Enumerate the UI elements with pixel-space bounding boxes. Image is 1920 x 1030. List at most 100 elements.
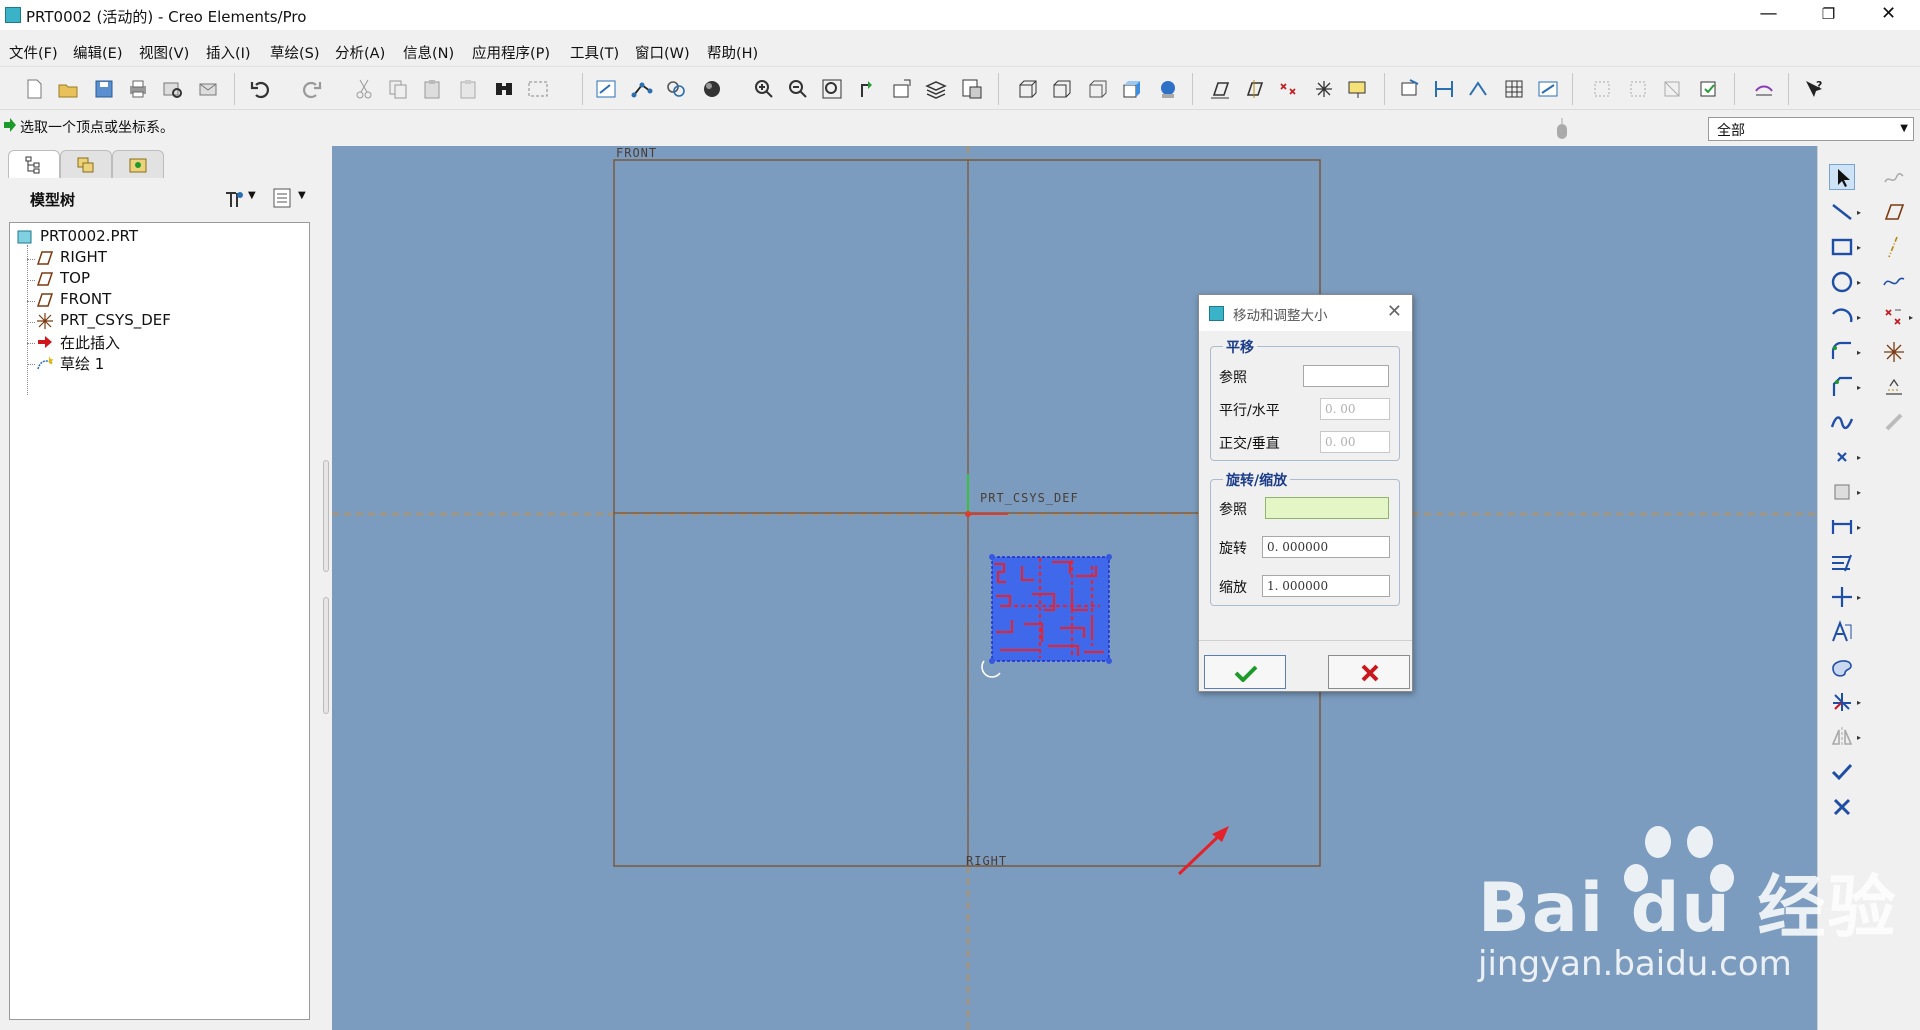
menu-info[interactable]: 信息(N) <box>403 42 454 63</box>
menu-window[interactable]: 窗口(W) <box>635 42 690 63</box>
menu-applications[interactable]: 应用程序(P) <box>472 42 550 63</box>
feature-requirements-icon[interactable] <box>1696 77 1720 101</box>
arc-icon[interactable] <box>1829 304 1855 330</box>
close-button[interactable]: ✕ <box>1860 0 1917 30</box>
mirror-icon[interactable] <box>1829 724 1855 750</box>
cancel-button[interactable] <box>1328 655 1410 689</box>
print-preview-icon[interactable] <box>160 77 184 101</box>
chamfer-icon[interactable] <box>1829 374 1855 400</box>
menu-help[interactable]: 帮助(H) <box>707 42 758 63</box>
menu-sketch[interactable]: 草绘(S) <box>270 42 320 63</box>
panel-splitter[interactable] <box>320 460 330 740</box>
chevron-right-icon[interactable]: ▸ <box>1857 593 1861 602</box>
chevron-right-icon[interactable]: ▸ <box>1857 523 1861 532</box>
chevron-right-icon[interactable]: ▸ <box>1857 278 1861 287</box>
undo-icon[interactable] <box>248 77 272 101</box>
find-icon[interactable] <box>492 77 516 101</box>
sketcher-palette-icon[interactable] <box>1829 654 1855 680</box>
menu-file[interactable]: 文件(F) <box>9 42 58 63</box>
datum-plane-on-icon[interactable] <box>1208 77 1232 101</box>
annotation-on-icon[interactable] <box>1346 77 1370 101</box>
chevron-right-icon[interactable]: ▸ <box>1857 383 1861 392</box>
datum-point-icon[interactable] <box>1881 304 1907 330</box>
tree-columns-icon[interactable] <box>272 187 294 209</box>
reorient-icon[interactable] <box>856 77 880 101</box>
highlight-open-ends-icon[interactable] <box>1626 77 1650 101</box>
normal-field[interactable] <box>1320 431 1390 453</box>
curve-icon[interactable] <box>1881 269 1907 295</box>
selection-filter-select[interactable]: 全部 ▼ <box>1708 117 1914 141</box>
paste-icon[interactable] <box>420 77 444 101</box>
constraints-icon[interactable] <box>1466 77 1490 101</box>
model-appearance-icon[interactable] <box>1156 77 1180 101</box>
done-icon[interactable] <box>1829 759 1855 785</box>
tab-favorites[interactable] <box>112 150 164 178</box>
shade-closed-loops-icon[interactable] <box>1590 77 1614 101</box>
modify-icon[interactable] <box>1752 77 1776 101</box>
axis-icon[interactable] <box>1881 234 1907 260</box>
rotate-ref-field[interactable] <box>1265 497 1389 519</box>
csys-tool-icon[interactable] <box>1881 339 1907 365</box>
plane-icon[interactable] <box>1881 199 1907 225</box>
chevron-right-icon[interactable]: ▸ <box>1857 733 1861 742</box>
ok-button[interactable] <box>1204 655 1286 689</box>
menu-insert[interactable]: 插入(I) <box>206 42 251 63</box>
hidden-line-icon[interactable] <box>1050 77 1074 101</box>
layers-icon[interactable] <box>924 77 948 101</box>
chevron-right-icon[interactable]: ▸ <box>1857 243 1861 252</box>
refit-icon[interactable] <box>820 77 844 101</box>
parallel-field[interactable] <box>1320 398 1390 420</box>
csys-on-icon[interactable] <box>1312 77 1336 101</box>
translate-ref-field[interactable] <box>1303 365 1389 387</box>
zoom-in-icon[interactable] <box>752 77 776 101</box>
tab-folder-browser[interactable] <box>60 150 112 178</box>
dimension-icon[interactable] <box>1432 77 1456 101</box>
spline-palette-icon[interactable] <box>1881 164 1907 190</box>
sketch-view-icon[interactable] <box>594 77 618 101</box>
close-icon[interactable]: ✕ <box>1387 301 1402 322</box>
zoom-out-icon[interactable] <box>786 77 810 101</box>
spline-icon[interactable] <box>1829 409 1855 435</box>
overlapping-geometry-icon[interactable] <box>1660 77 1684 101</box>
point-icon[interactable] <box>1829 444 1855 470</box>
datum-point-on-icon[interactable] <box>1276 77 1300 101</box>
chevron-right-icon[interactable]: ▸ <box>1857 453 1861 462</box>
tab-model-tree[interactable] <box>8 150 60 178</box>
chevron-down-icon[interactable]: ▼ <box>298 190 306 201</box>
maximize-button[interactable]: ❐ <box>1800 0 1857 30</box>
chevron-right-icon[interactable]: ▸ <box>1857 313 1861 322</box>
constraint-icon[interactable] <box>1829 584 1855 610</box>
copy-icon[interactable] <box>386 77 410 101</box>
chevron-right-icon[interactable]: ▸ <box>1857 698 1861 707</box>
redo-icon[interactable] <box>300 77 324 101</box>
minimize-button[interactable]: — <box>1740 0 1797 30</box>
grid-icon[interactable] <box>1502 77 1526 101</box>
modify-tool-icon[interactable] <box>1829 549 1855 575</box>
menu-analysis[interactable]: 分析(A) <box>335 42 385 63</box>
line-icon[interactable] <box>1829 199 1855 225</box>
chain-icon[interactable] <box>1881 409 1907 435</box>
rotate-field[interactable] <box>1262 536 1390 558</box>
tree-settings-icon[interactable] <box>222 187 246 211</box>
rectangle-icon[interactable] <box>1829 234 1855 260</box>
paste-special-icon[interactable] <box>456 77 480 101</box>
chevron-right-icon[interactable]: ▸ <box>1857 488 1861 497</box>
no-hidden-icon[interactable] <box>1086 77 1110 101</box>
menu-edit[interactable]: 编辑(E) <box>73 42 122 63</box>
new-file-icon[interactable] <box>22 77 46 101</box>
palette-shapes-icon[interactable] <box>1881 374 1907 400</box>
circle-icon[interactable] <box>1829 269 1855 295</box>
menu-view[interactable]: 视图(V) <box>139 42 189 63</box>
open-folder-icon[interactable] <box>56 77 80 101</box>
save-icon[interactable] <box>92 77 116 101</box>
sketch-image[interactable] <box>981 554 1112 678</box>
sketch-setup-icon[interactable] <box>1398 77 1422 101</box>
context-help-icon[interactable]: ? <box>1802 77 1826 101</box>
chevron-right-icon[interactable]: ▸ <box>1857 208 1861 217</box>
display-vertices-icon[interactable] <box>630 77 654 101</box>
sketch-diagnostic-icon[interactable] <box>1536 77 1560 101</box>
send-mail-icon[interactable] <box>196 77 220 101</box>
datum-axis-on-icon[interactable] <box>1242 77 1266 101</box>
offset-edge-icon[interactable] <box>1829 479 1855 505</box>
saved-views-icon[interactable] <box>890 77 914 101</box>
